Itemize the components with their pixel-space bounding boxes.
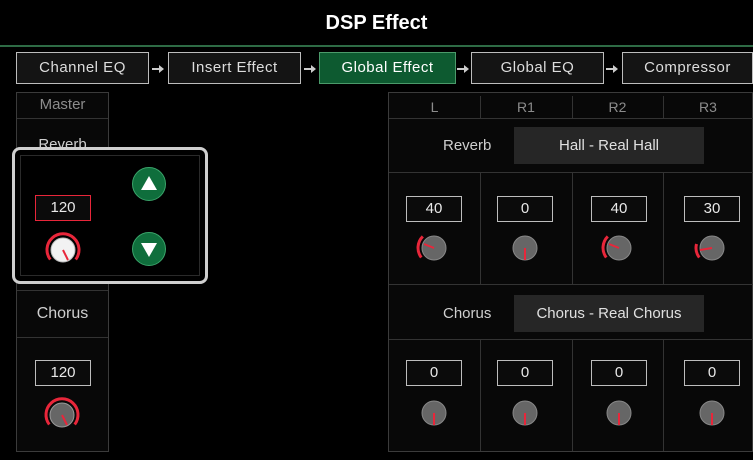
- divider: [572, 172, 573, 284]
- reverb-value-r2[interactable]: 40: [591, 196, 647, 222]
- master-chorus-value[interactable]: 120: [35, 360, 91, 386]
- arrow-right-icon: [457, 65, 469, 73]
- title-divider: [0, 45, 753, 47]
- chorus-value-r3[interactable]: 0: [684, 360, 740, 386]
- popup-knob[interactable]: [43, 230, 83, 270]
- reverb-knob-l[interactable]: [414, 228, 454, 268]
- chorus-value-r2[interactable]: 0: [591, 360, 647, 386]
- reverb-knob-r2[interactable]: [599, 228, 639, 268]
- chorus-label: Chorus: [443, 305, 492, 322]
- divider: [17, 118, 108, 119]
- reverb-knob-r3[interactable]: [692, 228, 732, 268]
- divider: [389, 339, 753, 340]
- chorus-knob-r3[interactable]: [692, 393, 732, 433]
- divider: [17, 290, 108, 291]
- divider: [389, 172, 753, 173]
- reverb-value-l[interactable]: 40: [406, 196, 462, 222]
- tab-channel-eq[interactable]: Channel EQ: [16, 52, 149, 84]
- arrow-down-icon: [141, 243, 157, 257]
- tab-global-effect[interactable]: Global Effect: [319, 52, 456, 84]
- master-chorus-label: Chorus: [36, 305, 89, 322]
- chorus-value-l[interactable]: 0: [406, 360, 462, 386]
- reverb-knob-r1[interactable]: [505, 228, 545, 268]
- reverb-type-select[interactable]: Hall - Real Hall: [514, 127, 704, 164]
- arrow-right-icon: [304, 65, 316, 73]
- reverb-value-r3[interactable]: 30: [684, 196, 740, 222]
- chorus-value-r1[interactable]: 0: [497, 360, 553, 386]
- divider: [572, 339, 573, 451]
- chorus-knob-l[interactable]: [414, 393, 454, 433]
- channel-header-l: L: [430, 99, 439, 115]
- divider: [663, 172, 664, 284]
- arrow-right-icon: [606, 65, 618, 73]
- arrow-up-icon: [141, 176, 157, 190]
- page-title: DSP Effect: [325, 12, 428, 34]
- tab-global-eq[interactable]: Global EQ: [471, 52, 604, 84]
- divider: [663, 339, 664, 451]
- divider: [389, 284, 753, 285]
- reverb-label: Reverb: [443, 137, 492, 154]
- chorus-knob-r1[interactable]: [505, 393, 545, 433]
- reverb-value-r1[interactable]: 0: [497, 196, 553, 222]
- decrement-button[interactable]: [132, 232, 166, 266]
- divider: [480, 96, 481, 118]
- channel-header-r2: R2: [608, 99, 627, 115]
- increment-button[interactable]: [132, 167, 166, 201]
- chorus-knob-r2[interactable]: [599, 393, 639, 433]
- tab-compressor[interactable]: Compressor: [622, 52, 753, 84]
- master-header: Master: [39, 96, 86, 113]
- channel-header-r3: R3: [699, 99, 717, 115]
- chorus-type-select[interactable]: Chorus - Real Chorus: [514, 295, 704, 332]
- divider: [663, 96, 664, 118]
- divider: [389, 118, 753, 119]
- popup-value-field[interactable]: 120: [35, 195, 91, 221]
- channel-header-r1: R1: [517, 99, 535, 115]
- value-edit-popup: 120: [12, 147, 208, 284]
- divider: [17, 337, 108, 338]
- arrow-right-icon: [152, 65, 164, 73]
- master-chorus-knob[interactable]: [42, 395, 82, 435]
- divider: [572, 96, 573, 118]
- tab-insert-effect[interactable]: Insert Effect: [168, 52, 301, 84]
- divider: [480, 172, 481, 284]
- divider: [480, 339, 481, 451]
